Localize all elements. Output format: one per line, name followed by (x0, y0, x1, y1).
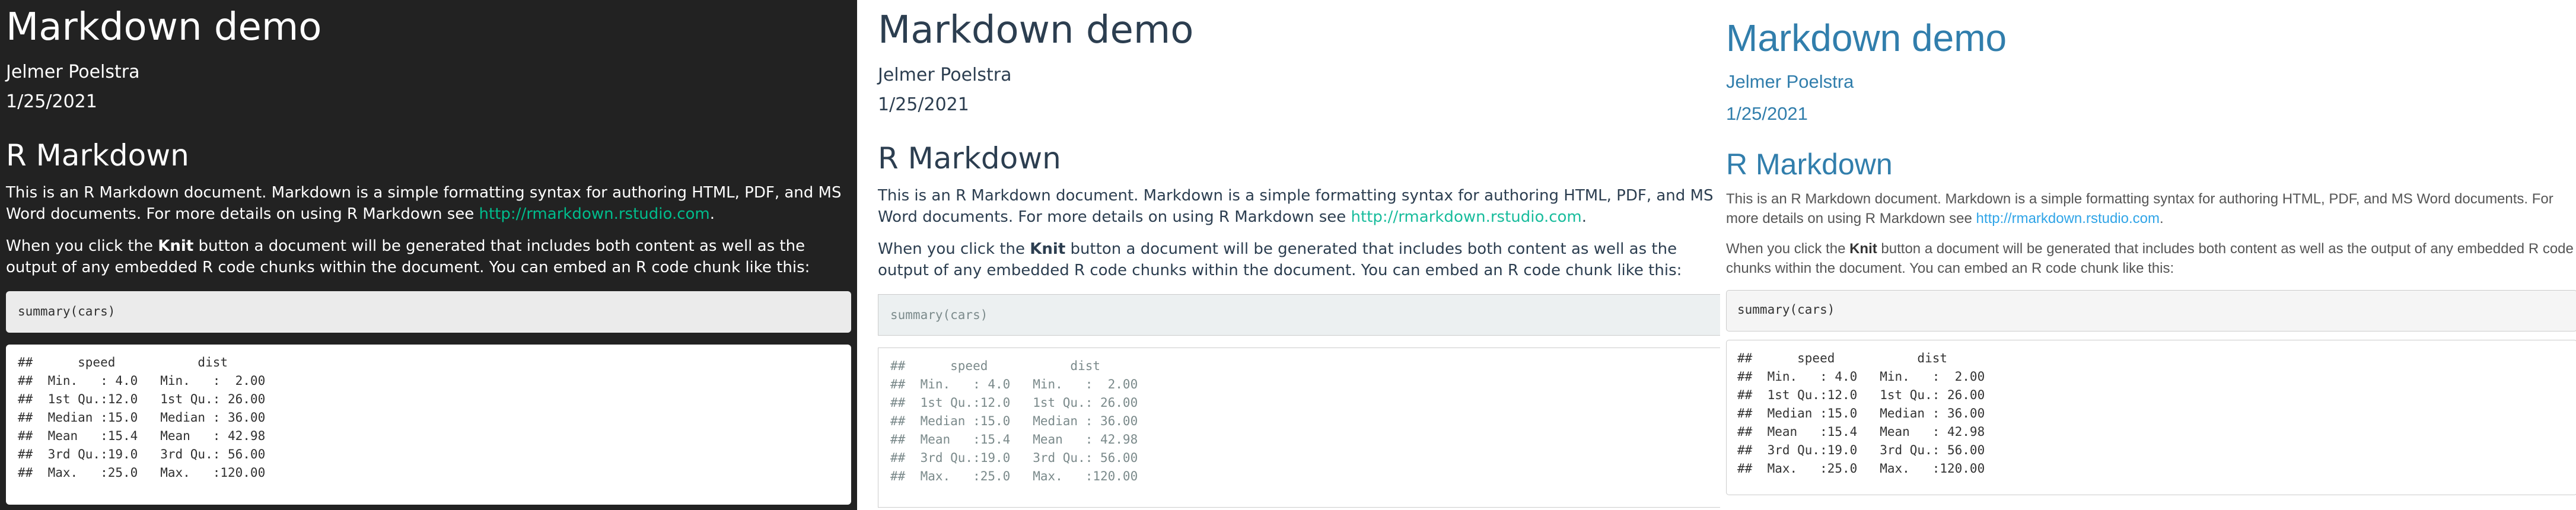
intro-paragraph: This is an R Markdown document. Markdown… (1726, 189, 2576, 228)
knit-paragraph: When you click the Knit button a documen… (6, 235, 851, 278)
section-heading: R Markdown (878, 141, 1061, 176)
knit-bold: Knit (1030, 240, 1066, 258)
document-panel-cerulean: Markdown demo Jelmer Poelstra 1/25/2021 … (1720, 0, 2576, 510)
intro-end: . (2160, 211, 2164, 227)
document-panel-flatly: Markdown demo Jelmer Poelstra 1/25/2021 … (857, 0, 1720, 510)
document-title: Markdown demo (878, 8, 1194, 52)
document-author: Jelmer Poelstra (1726, 71, 1854, 92)
intro-end: . (709, 205, 715, 223)
rmarkdown-link[interactable]: http://rmarkdown.rstudio.com (1976, 211, 2160, 227)
section-heading: R Markdown (6, 138, 189, 173)
code-chunk: summary(cars) (1726, 290, 2576, 332)
code-chunk: summary(cars) (6, 291, 851, 333)
intro-paragraph: This is an R Markdown document. Markdown… (6, 182, 851, 225)
knit-bold: Knit (158, 237, 194, 255)
document-title: Markdown demo (6, 5, 322, 49)
code-output: ## speed dist ## Min. : 4.0 Min. : 2.00 … (6, 345, 851, 505)
knit-bold: Knit (1849, 241, 1877, 257)
knit-paragraph: When you click the Knit button a documen… (878, 238, 1720, 281)
rmarkdown-link[interactable]: http://rmarkdown.rstudio.com (1351, 208, 1582, 226)
document-panel-dark: Markdown demo Jelmer Poelstra 1/25/2021 … (0, 0, 857, 510)
knit-text-before: When you click the (6, 237, 158, 255)
intro-text: This is an R Markdown document. Markdown… (6, 184, 842, 223)
document-date: 1/25/2021 (878, 94, 969, 115)
code-output: ## speed dist ## Min. : 4.0 Min. : 2.00 … (878, 348, 1720, 508)
section-heading: R Markdown (1726, 148, 1893, 181)
intro-end: . (1581, 208, 1587, 226)
code-chunk: summary(cars) (878, 294, 1720, 336)
code-output: ## speed dist ## Min. : 4.0 Min. : 2.00 … (1726, 340, 2576, 495)
knit-text-before: When you click the (878, 240, 1030, 258)
document-date: 1/25/2021 (1726, 103, 1808, 124)
intro-paragraph: This is an R Markdown document. Markdown… (878, 185, 1720, 228)
document-date: 1/25/2021 (6, 91, 97, 112)
document-author: Jelmer Poelstra (878, 65, 1012, 85)
document-author: Jelmer Poelstra (6, 62, 140, 82)
rmarkdown-link[interactable]: http://rmarkdown.rstudio.com (479, 205, 710, 223)
knit-text-before: When you click the (1726, 241, 1850, 257)
intro-text: This is an R Markdown document. Markdown… (878, 187, 1714, 226)
document-title: Markdown demo (1726, 17, 2007, 59)
knit-paragraph: When you click the Knit button a documen… (1726, 239, 2576, 278)
